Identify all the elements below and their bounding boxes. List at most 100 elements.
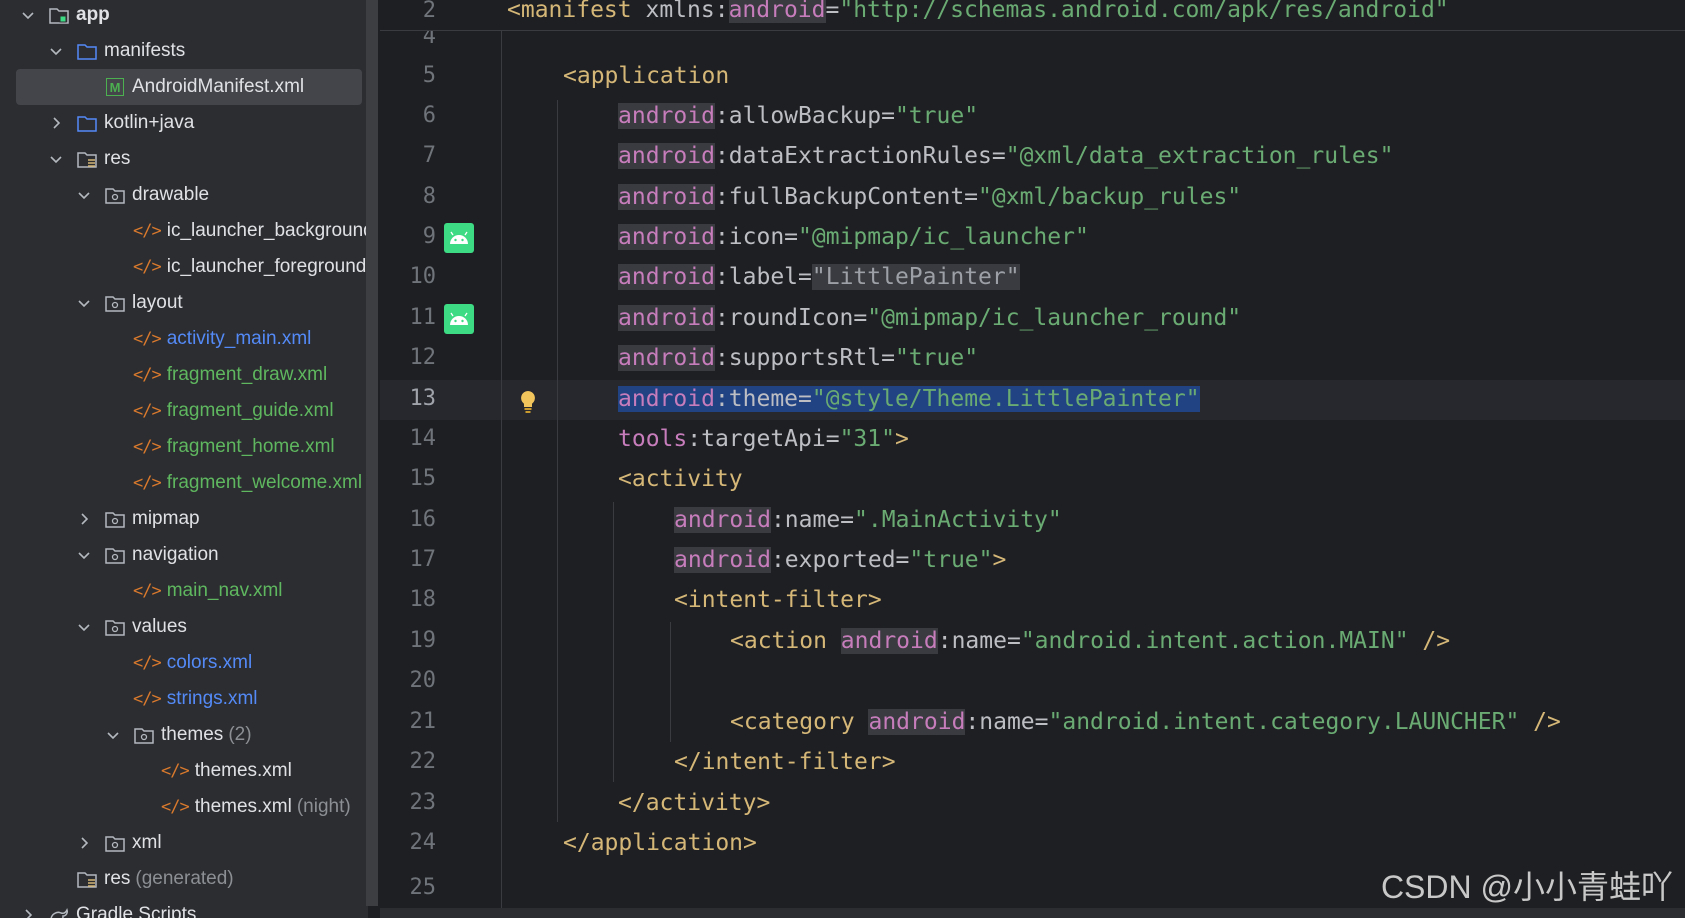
code-line-12[interactable]: android:supportsRtl="true" bbox=[618, 345, 978, 371]
tree-file-ic-launcher-background[interactable]: </> ic_launcher_background.xml bbox=[0, 213, 368, 249]
code-line-16[interactable]: android:name=".MainActivity" bbox=[674, 507, 1062, 533]
chevron-down-icon[interactable] bbox=[76, 547, 92, 563]
chevron-down-icon[interactable] bbox=[76, 295, 92, 311]
xml-value: "http://schemas.android.com/apk/res/andr… bbox=[839, 0, 1449, 23]
chevron-down-icon[interactable] bbox=[48, 43, 64, 59]
code-line-6[interactable]: android:allowBackup="true" bbox=[618, 103, 978, 129]
tree-node-gradle-scripts[interactable]: Gradle Scripts bbox=[0, 897, 368, 918]
xml-namespace: android bbox=[868, 709, 966, 735]
tree-hint: (2) bbox=[228, 724, 252, 745]
xml-tag: <activity bbox=[618, 466, 743, 492]
tree-file-colors[interactable]: </> colors.xml bbox=[0, 645, 368, 681]
code-line-9[interactable]: android:icon="@mipmap/ic_launcher" bbox=[618, 224, 1089, 250]
xml-code-icon: </> bbox=[161, 797, 190, 817]
xml-tag: <action bbox=[730, 628, 827, 654]
tree-label: main_nav.xml bbox=[166, 580, 283, 601]
code-line-15[interactable]: <activity bbox=[618, 466, 743, 492]
tree-file-main-nav[interactable]: </> main_nav.xml bbox=[0, 573, 368, 609]
xml-namespace: android bbox=[674, 507, 771, 533]
tree-file-fragment-guide[interactable]: </> fragment_guide.xml bbox=[0, 393, 368, 429]
chevron-down-icon[interactable] bbox=[48, 151, 64, 167]
tree-file-strings[interactable]: </> strings.xml bbox=[0, 681, 368, 717]
chevron-right-icon[interactable] bbox=[20, 907, 36, 918]
code-line-19[interactable]: <action android:name="android.intent.act… bbox=[730, 628, 1450, 654]
tree-scrollbar[interactable] bbox=[366, 0, 378, 906]
chevron-down-icon[interactable] bbox=[76, 187, 92, 203]
xml-code-icon: </> bbox=[133, 257, 162, 277]
chevron-down-icon[interactable] bbox=[20, 7, 36, 23]
code-line-24[interactable]: </application> bbox=[563, 830, 757, 856]
tree-file-androidmanifest[interactable]: M AndroidManifest.xml bbox=[0, 69, 368, 105]
xml-value: "@style/Theme.LittlePainter" bbox=[811, 386, 1200, 412]
code-line-22[interactable]: </intent-filter> bbox=[674, 749, 896, 775]
chevron-down-icon[interactable] bbox=[105, 727, 121, 743]
tree-node-xml[interactable]: xml bbox=[0, 825, 368, 861]
lightbulb-icon[interactable] bbox=[519, 390, 537, 414]
tree-node-values[interactable]: values bbox=[0, 609, 368, 645]
tree-node-drawable[interactable]: drawable bbox=[0, 177, 368, 213]
code-line-13[interactable]: android:theme="@style/Theme.LittlePainte… bbox=[618, 386, 1200, 412]
xml-tag: </application> bbox=[563, 830, 757, 856]
tree-node-mipmap[interactable]: mipmap bbox=[0, 501, 368, 537]
tree-node-manifests[interactable]: manifests bbox=[0, 33, 368, 69]
tree-file-ic-launcher-foreground[interactable]: </> ic_launcher_foreground.xml bbox=[0, 249, 368, 285]
xml-namespace: android bbox=[728, 0, 826, 23]
code-editor[interactable]: 2 <manifest xmlns:android="http://schema… bbox=[380, 0, 1685, 918]
xml-value-folded[interactable]: "LittlePainter" bbox=[811, 264, 1020, 290]
xml-tag-close: > bbox=[992, 547, 1007, 573]
xml-code-icon: </> bbox=[133, 221, 162, 241]
folder-icon bbox=[104, 509, 126, 529]
xml-tag-close: /> bbox=[1519, 709, 1561, 735]
xml-namespace: android bbox=[618, 264, 715, 290]
sticky-line-header[interactable]: 2 <manifest xmlns:android="http://schema… bbox=[380, 0, 1685, 31]
tree-file-fragment-welcome[interactable]: </> fragment_welcome.xml bbox=[0, 465, 368, 501]
tree-file-fragment-draw[interactable]: </> fragment_draw.xml bbox=[0, 357, 368, 393]
chevron-right-icon[interactable] bbox=[48, 115, 64, 131]
tree-node-themes[interactable]: themes (2) bbox=[0, 717, 368, 753]
xml-attr: :icon= bbox=[714, 224, 799, 250]
folder-icon bbox=[76, 41, 98, 61]
line-number: 20 bbox=[409, 668, 437, 693]
folder-icon bbox=[76, 113, 98, 133]
code-line-5[interactable]: <application bbox=[563, 63, 729, 89]
chevron-right-icon[interactable] bbox=[76, 511, 92, 527]
tree-file-themes[interactable]: </> themes.xml bbox=[0, 753, 368, 789]
tree-node-res-generated[interactable]: res (generated) bbox=[0, 861, 368, 897]
tree-node-app[interactable]: app bbox=[0, 0, 368, 33]
code-line-2[interactable]: <manifest xmlns:android="http://schemas.… bbox=[507, 0, 1449, 23]
tree-file-fragment-home[interactable]: </> fragment_home.xml bbox=[0, 429, 368, 465]
tree-node-layout[interactable]: layout bbox=[0, 285, 368, 321]
res-folder-icon bbox=[76, 149, 98, 169]
line-number: 17 bbox=[409, 547, 437, 572]
tree-file-themes-night[interactable]: </> themes.xml (night) bbox=[0, 789, 368, 825]
line-number: 12 bbox=[409, 345, 437, 370]
tree-node-navigation[interactable]: navigation bbox=[0, 537, 368, 573]
android-icon[interactable] bbox=[444, 304, 474, 334]
chevron-right-icon[interactable] bbox=[76, 835, 92, 851]
code-line-8[interactable]: android:fullBackupContent="@xml/backup_r… bbox=[618, 184, 1241, 210]
chevron-down-icon[interactable] bbox=[76, 619, 92, 635]
code-line-14[interactable]: tools:targetApi="31"> bbox=[618, 426, 909, 452]
tree-node-res[interactable]: res bbox=[0, 141, 368, 177]
tree-file-activity-main[interactable]: </> activity_main.xml bbox=[0, 321, 368, 357]
code-line-10[interactable]: android:label="LittlePainter" bbox=[618, 264, 1020, 290]
tree-node-kotlin-java[interactable]: kotlin+java bbox=[0, 105, 368, 141]
editor-horizontal-scrollbar[interactable] bbox=[380, 908, 1685, 918]
line-number: 18 bbox=[409, 587, 437, 612]
line-number: 15 bbox=[409, 466, 437, 491]
folder-icon bbox=[104, 293, 126, 313]
code-line-7[interactable]: android:dataExtractionRules="@xml/data_e… bbox=[618, 143, 1393, 169]
code-line-11[interactable]: android:roundIcon="@mipmap/ic_launcher_r… bbox=[618, 305, 1241, 331]
code-line-18[interactable]: <intent-filter> bbox=[674, 587, 882, 613]
folder-icon bbox=[133, 725, 155, 745]
code-line-23[interactable]: </activity> bbox=[618, 790, 770, 816]
line-number: 6 bbox=[422, 103, 436, 128]
code-line-17[interactable]: android:exported="true"> bbox=[674, 547, 1006, 573]
res-folder-icon bbox=[76, 869, 98, 889]
xml-tag: </activity> bbox=[618, 790, 771, 816]
gradle-icon bbox=[48, 905, 70, 918]
code-line-21[interactable]: <category android:name="android.intent.c… bbox=[730, 709, 1561, 735]
gutter-divider bbox=[501, 30, 502, 910]
android-icon[interactable] bbox=[444, 223, 474, 253]
line-number: 8 bbox=[422, 184, 436, 209]
